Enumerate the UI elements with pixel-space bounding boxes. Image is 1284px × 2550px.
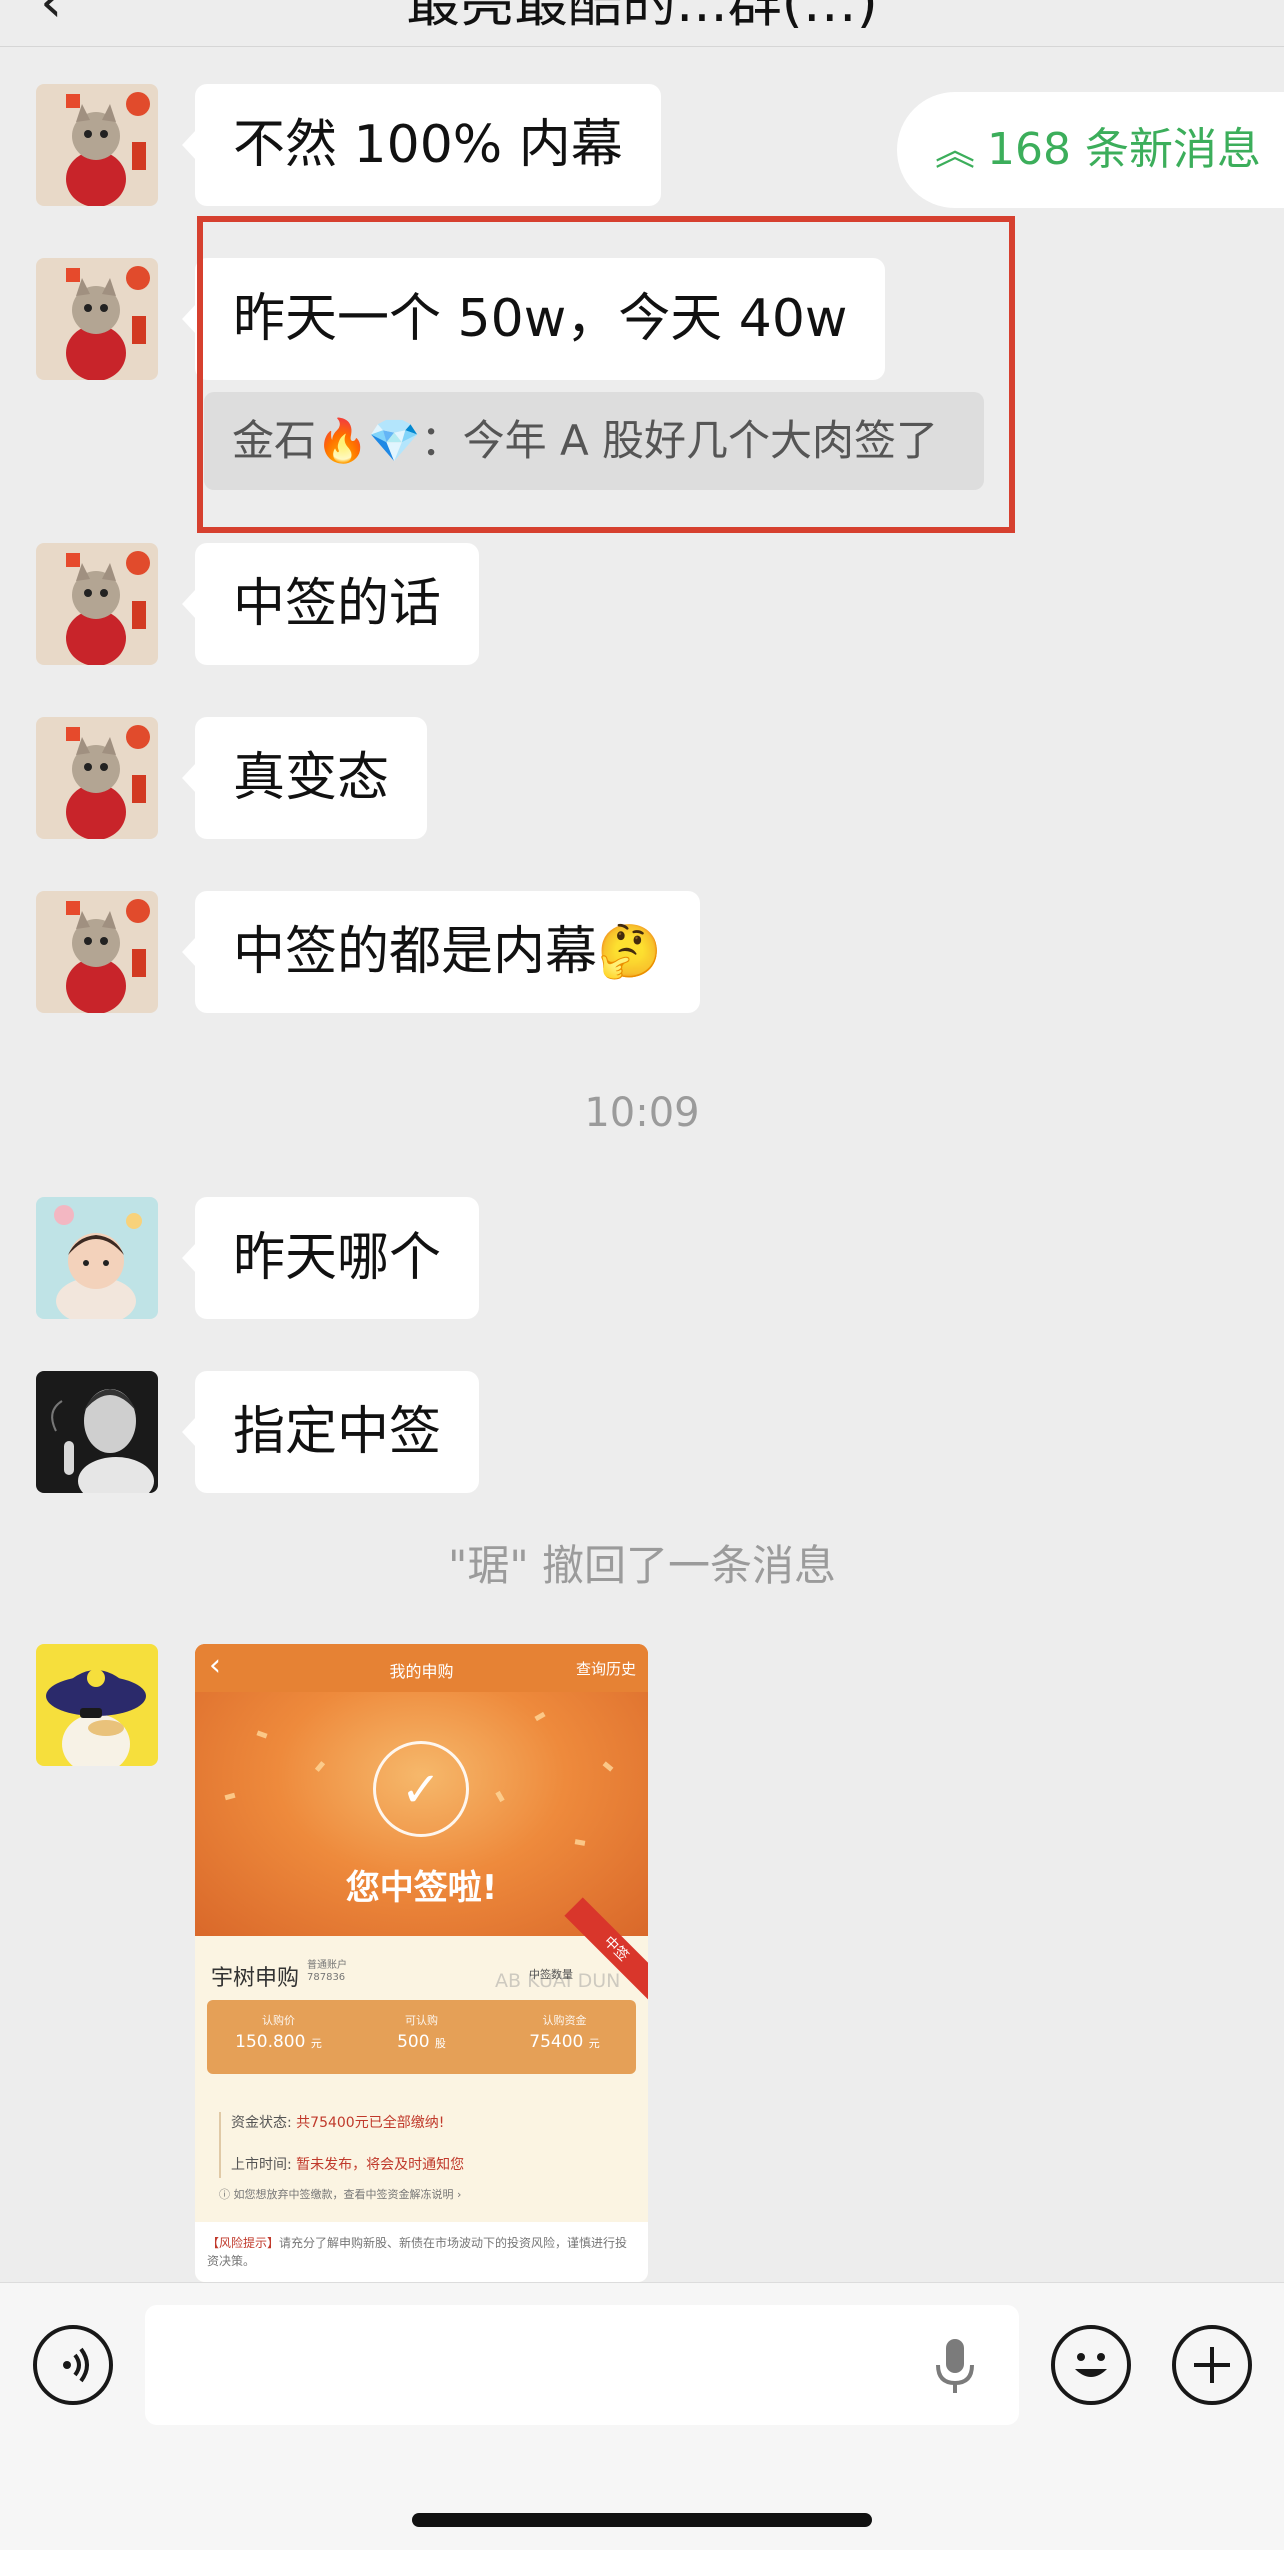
chat-title: 最亮最酷的...群(…) — [406, 0, 878, 34]
input-bar — [0, 2282, 1284, 2550]
check-icon: ✓ — [373, 1741, 469, 1837]
chat-header: ‹ 最亮最酷的...群(…) — [0, 0, 1284, 47]
avatar-cat[interactable] — [36, 258, 158, 380]
voice-icon[interactable] — [33, 2325, 113, 2405]
recall-notice: "琚" 撤回了一条消息 — [448, 1541, 836, 1590]
stat-amount: 认购资金 75400 元 — [529, 2014, 600, 2052]
plus-icon[interactable] — [1172, 2325, 1252, 2405]
stock-name: 宇树申购 — [211, 1966, 300, 1991]
card-nav-bar: ‹ 我的申购 查询历史 — [195, 1644, 648, 1692]
count-label: 中签数量 — [529, 1968, 573, 1981]
emoji-icon[interactable] — [1051, 2325, 1131, 2405]
avatar-cat[interactable] — [36, 717, 158, 839]
message-bubble[interactable]: 指定中签 — [181, 1371, 480, 1493]
message-bubble[interactable]: 中签的都是内幕🤔 — [182, 891, 700, 1013]
timeline-line — [219, 2112, 221, 2178]
stat-shares: 可认购 500 股 — [397, 2014, 446, 2052]
listing-time-row: 上市时间: 暂未发布，将会及时通知您 — [231, 2157, 465, 2173]
subscription-image[interactable]: ‹ 我的申购 查询历史 ✓ 您中签啦! 中签 宇树申购 普通账户 787836 … — [195, 1644, 648, 2282]
message-input[interactable] — [145, 2305, 1019, 2425]
avatar-baby[interactable] — [36, 1197, 158, 1319]
new-messages-label: 168 条新消息 — [987, 124, 1261, 175]
subscription-stats: 认购价 150.800 元 可认购 500 股 认购资金 75400 元 — [207, 2000, 636, 2074]
highlight-box — [197, 216, 1015, 533]
fund-status-row: 资金状态: 共75400元已全部缴纳! — [231, 2115, 445, 2131]
avatar-pirate[interactable] — [36, 1644, 158, 1766]
message-bubble[interactable]: 中签的话 — [181, 543, 480, 665]
avatar-smoker[interactable] — [36, 1371, 158, 1493]
account-info: 普通账户 787836 — [307, 1960, 347, 1984]
avatar-cat[interactable] — [36, 891, 158, 1013]
account-type: 普通账户 — [307, 1960, 347, 1971]
microphone-icon[interactable] — [929, 2337, 981, 2397]
card-history-link: 查询历史 — [575, 1660, 636, 1678]
avatar-cat[interactable] — [36, 84, 158, 206]
risk-warning: 【风险提示】请充分了解申购新股、新债在市场波动下的投资风险，谨慎进行投资决策。 — [195, 2222, 648, 2282]
message-bubble[interactable]: 不然 100% 内幕 — [182, 84, 661, 206]
timestamp: 10:09 — [584, 1090, 700, 1136]
message-bubble[interactable]: 真变态 — [181, 717, 428, 839]
message-bubble[interactable]: 昨天哪个 — [181, 1197, 480, 1319]
account-number: 787836 — [307, 1972, 346, 1983]
avatar-cat[interactable] — [36, 543, 158, 665]
home-indicator — [412, 2513, 872, 2527]
stat-price: 认购价 150.800 元 — [235, 2014, 322, 2052]
release-hint: ⓘ 如您想放弃中签缴款，查看中签资金解冻说明 › — [219, 2188, 462, 2201]
double-chevron-up-icon: ︽ — [935, 128, 975, 174]
new-messages-button[interactable]: ︽ 168 条新消息 — [897, 92, 1284, 208]
